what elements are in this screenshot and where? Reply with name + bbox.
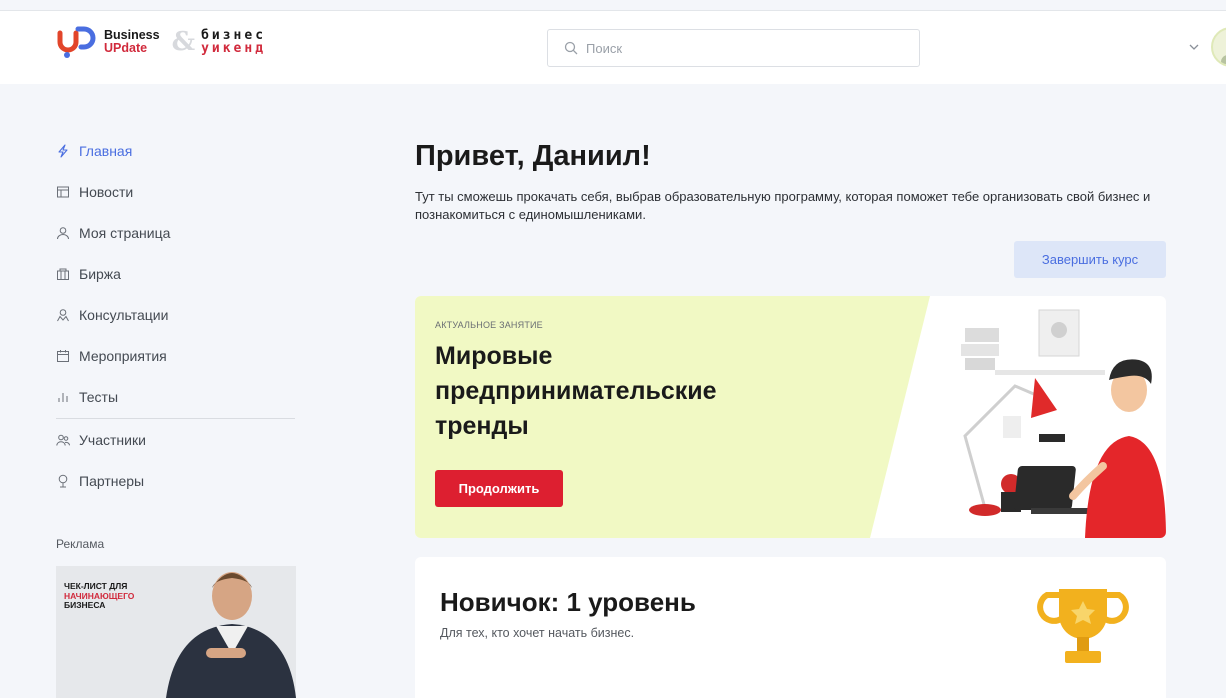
lesson-title: Мировые предпринимательские тренды bbox=[435, 342, 717, 440]
partner-icon bbox=[58, 474, 68, 487]
ad-text: ЧЕК-ЛИСТ ДЛЯ НАЧИНАЮЩЕГО БИЗНЕСА bbox=[64, 581, 134, 611]
ads-label: Реклама bbox=[56, 537, 105, 551]
sidebar-item-exchange[interactable]: Биржа bbox=[56, 253, 296, 294]
sidebar-nav: Главная Новости Моя страница Биржа Консу… bbox=[56, 130, 296, 501]
building-icon bbox=[57, 268, 69, 280]
users-icon bbox=[56, 434, 70, 446]
trophy-icon bbox=[1037, 589, 1129, 663]
logo-biz-text: бизнес уикенд bbox=[201, 29, 266, 55]
sidebar-item-members[interactable]: Участники bbox=[56, 419, 296, 460]
logo-mark-icon bbox=[56, 25, 96, 59]
sidebar-item-label: Новости bbox=[79, 183, 134, 200]
sidebar-item-label: Главная bbox=[79, 142, 133, 159]
logo-biz-line-2: уикенд bbox=[201, 41, 267, 56]
logo[interactable]: Business UPdate & бизнес уикенд bbox=[56, 22, 266, 62]
sidebar-item-my-page[interactable]: Моя страница bbox=[56, 212, 296, 253]
sidebar-item-tests[interactable]: Тесты bbox=[56, 376, 296, 417]
lightning-icon bbox=[58, 143, 68, 158]
news-icon bbox=[57, 186, 69, 197]
person-at-laptop-illustration bbox=[961, 309, 1166, 538]
page-description: Тут ты сможешь прокачать себя, выбрав об… bbox=[415, 189, 1151, 222]
lesson-tag: АКТУАЛЬНОЕ ЗАНЯТИЕ bbox=[435, 320, 543, 330]
calendar-icon bbox=[57, 349, 69, 362]
logo-text: Business UPdate bbox=[104, 29, 160, 55]
ad-line-1: ЧЕК-ЛИСТ ДЛЯ bbox=[64, 581, 128, 591]
current-lesson-card[interactable]: АКТУАЛЬНОЕ ЗАНЯТИЕ Мировые предпринимате… bbox=[415, 296, 1166, 538]
page-title: Привет, Даниил! bbox=[415, 140, 651, 172]
user-icon bbox=[57, 226, 69, 239]
sidebar-item-home[interactable]: Главная bbox=[56, 130, 296, 171]
sidebar-item-partners[interactable]: Партнеры bbox=[56, 460, 296, 501]
ad-line-3: БИЗНЕСА bbox=[64, 600, 106, 610]
sidebar-item-label: Партнеры bbox=[79, 472, 145, 489]
sidebar-item-label: Биржа bbox=[79, 265, 121, 282]
logo-line-2: UPdate bbox=[104, 41, 148, 55]
chevron-down-icon[interactable] bbox=[1189, 42, 1199, 52]
search-input[interactable] bbox=[586, 40, 886, 56]
level-description: Для тех, кто хочет начать бизнес. bbox=[440, 626, 635, 640]
sidebar-item-label: Мероприятия bbox=[79, 347, 167, 364]
sidebar-item-label: Участники bbox=[79, 431, 146, 448]
search-box[interactable] bbox=[547, 29, 920, 67]
sidebar-item-consultations[interactable]: Консультации bbox=[56, 294, 296, 335]
logo-ampersand: & bbox=[171, 27, 196, 57]
sidebar-item-label: Тесты bbox=[79, 388, 119, 405]
consultant-icon bbox=[57, 308, 69, 321]
continue-button[interactable]: Продолжить bbox=[435, 470, 563, 507]
finish-course-button[interactable]: Завершить курс bbox=[1014, 241, 1166, 278]
ad-banner[interactable]: ЧЕК-ЛИСТ ДЛЯ НАЧИНАЮЩЕГО БИЗНЕСА bbox=[56, 566, 296, 698]
search-icon bbox=[564, 41, 578, 55]
level-card[interactable]: Новичок: 1 уровень Для тех, кто хочет на… bbox=[415, 557, 1166, 698]
chart-icon bbox=[58, 392, 68, 402]
sidebar-item-label: Моя страница bbox=[79, 224, 171, 241]
level-title: Новичок: 1 уровень bbox=[440, 587, 696, 617]
sidebar-item-news[interactable]: Новости bbox=[56, 171, 296, 212]
sidebar-item-events[interactable]: Мероприятия bbox=[56, 335, 296, 376]
sidebar-item-label: Консультации bbox=[79, 306, 169, 323]
